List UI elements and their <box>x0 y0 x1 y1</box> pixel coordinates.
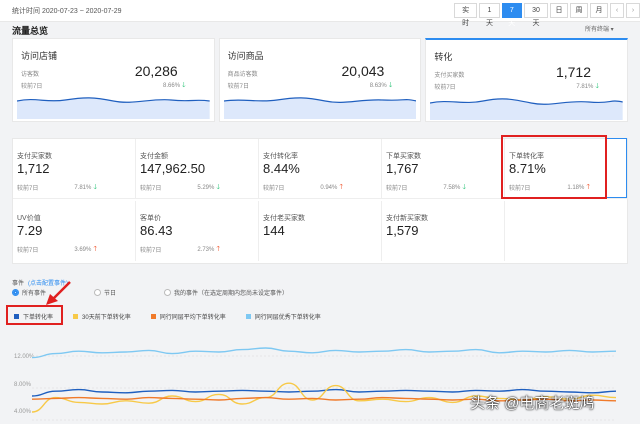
metric-value: 8.44% <box>263 161 300 176</box>
legend-item[interactable]: 30天前下单转化率 <box>73 312 131 321</box>
flow-card-label: 商品访客数 <box>227 72 258 78</box>
radio-icon <box>94 289 102 296</box>
legend-swatch <box>245 314 251 319</box>
metric-value: 7.29 <box>17 223 43 238</box>
radio-icon <box>164 289 172 296</box>
metric-change: 3.69% 🡑 <box>74 246 97 253</box>
flow-card-conversion[interactable]: 转化 支付买家数 1,712 较前7日 7.81% 🡓 <box>425 38 629 122</box>
date-range: 统计时间 2020-07-23 ~ 2020-07-29 <box>12 8 122 15</box>
arrow-down-icon: 🡓 <box>182 82 186 89</box>
metric-label: UV价值 <box>17 215 41 222</box>
metric-compare: 较前7日 <box>17 248 39 254</box>
metric-pay-conversion[interactable]: 支付转化率 8.44% 较前7日 0.94% 🡑 <box>259 139 382 199</box>
metric-value: 1,767 <box>386 161 419 176</box>
metric-uv-value[interactable]: UV价值 7.29 较前7日 3.69% 🡑 <box>13 201 136 261</box>
metric-label: 支付新买家数 <box>386 215 428 222</box>
flow-overview: 访问店铺 访客数 20,286 较前7日 8.66% 🡓 访问商品 商品访客数 2… <box>12 38 629 122</box>
flow-card-product[interactable]: 访问商品 商品访客数 20,043 较前7日 8.63% 🡓 <box>218 38 422 122</box>
metric-pay-amount[interactable]: 支付金额 147,962.50 较前7日 5.29% 🡓 <box>136 139 259 199</box>
selection-outline <box>607 138 627 198</box>
metric-avg-order-value[interactable]: 客单价 86.43 较前7日 2.73% 🡑 <box>136 201 259 261</box>
legend-swatch <box>150 314 156 319</box>
metric-label: 客单价 <box>140 215 161 222</box>
highlight-box <box>501 135 607 199</box>
metric-compare: 较前7日 <box>17 186 39 192</box>
period-1day[interactable]: 1天 <box>479 3 500 27</box>
flow-card-label: 支付买家数 <box>434 73 465 79</box>
metric-label: 支付买家数 <box>17 153 52 160</box>
period-month[interactable]: 月 <box>590 3 608 18</box>
period-day[interactable]: 日 <box>550 3 568 18</box>
flow-card-store[interactable]: 访问店铺 访客数 20,286 较前7日 8.66% 🡓 <box>12 38 215 122</box>
metric-new-buyers[interactable]: 支付新买家数 1,579 <box>382 201 505 261</box>
metric-compare: 较前7日 <box>386 186 408 192</box>
legend-item[interactable]: 同行同层优秀下单转化率 <box>245 312 321 321</box>
metric-change: 2.73% 🡑 <box>197 246 220 253</box>
flow-card-value: 1,712 <box>555 64 592 80</box>
sparkline <box>17 97 210 119</box>
arrow-down-icon: 🡓 <box>216 184 220 191</box>
radio-holidays[interactable]: 节日 <box>94 288 116 297</box>
metric-label: 支付金额 <box>140 153 168 160</box>
arrow-down-icon: 🡓 <box>388 82 393 89</box>
legend-highlight-box <box>6 305 63 325</box>
metric-change: 5.29% 🡓 <box>197 184 220 191</box>
metric-value: 144 <box>263 223 285 238</box>
arrow-down-icon: 🡓 <box>93 184 97 191</box>
metric-compare: 较前7日 <box>263 186 285 192</box>
chevron-right-icon[interactable]: › <box>626 3 640 18</box>
metric-value: 147,962.50 <box>140 161 206 176</box>
metric-label: 支付老买家数 <box>263 215 305 222</box>
chart-legend: 下单转化率 30天前下单转化率 同行同层平均下单转化率 同行同层优秀下单转化率 <box>14 312 341 321</box>
flow-card-value: 20,043 <box>341 63 385 79</box>
metric-compare: 较前7日 <box>140 248 162 254</box>
metric-label: 下单买家数 <box>386 153 421 160</box>
period-realtime[interactable]: 实时 <box>454 3 478 27</box>
period-7day[interactable]: 7天 <box>501 3 522 27</box>
flow-card-title: 转化 <box>434 52 453 62</box>
radio-icon <box>12 289 19 296</box>
flow-card-value: 20,286 <box>134 63 178 79</box>
metric-value: 86.43 <box>140 223 173 238</box>
metric-change: 7.81% 🡓 <box>74 184 97 191</box>
legend-item[interactable]: 同行同层平均下单转化率 <box>150 312 226 321</box>
radio-all-events[interactable]: 所有事件 <box>12 288 46 297</box>
top-bar: 统计时间 2020-07-23 ~ 2020-07-29 实时 1天 7天 30… <box>0 0 640 27</box>
legend-swatch <box>73 314 79 319</box>
metric-change: 7.58% 🡓 <box>443 184 466 191</box>
chevron-left-icon[interactable]: ‹ <box>610 3 624 18</box>
metric-change: 0.94% 🡑 <box>320 184 343 191</box>
sparkline <box>430 98 624 120</box>
arrow-down-icon: 🡓 <box>462 184 466 191</box>
metric-order-buyers[interactable]: 下单买家数 1,767 较前7日 7.58% 🡓 <box>382 139 505 199</box>
metric-value: 1,579 <box>386 223 419 238</box>
arrow-up-icon: 🡑 <box>93 246 97 253</box>
metric-old-buyers[interactable]: 支付老买家数 144 <box>259 201 382 261</box>
section-title: 流量总览 <box>12 26 49 36</box>
metric-label: 支付转化率 <box>263 153 298 160</box>
watermark: 头条 @电商老斑鸠 <box>470 395 595 412</box>
terminal-filter[interactable]: 所有终端 ▾ <box>585 24 614 33</box>
period-selector: 实时 1天 7天 30天 日 周 月 ‹ › <box>452 3 640 27</box>
radio-my-events[interactable]: 我的事件（在选定周期内您尚未设定事件） <box>164 288 288 297</box>
metric-value: 1,712 <box>17 161 50 176</box>
metric-compare: 较前7日 <box>140 186 162 192</box>
period-week[interactable]: 周 <box>570 3 588 18</box>
flow-card-title: 访问商品 <box>227 51 264 61</box>
arrow-down-icon: 🡓 <box>595 83 600 90</box>
flow-card-label: 访客数 <box>21 72 40 78</box>
flow-card-title: 访问店铺 <box>21 51 58 61</box>
sparkline <box>223 97 417 119</box>
period-30day[interactable]: 30天 <box>523 3 548 27</box>
metric-pay-buyers[interactable]: 支付买家数 1,712 较前7日 7.81% 🡓 <box>13 139 136 199</box>
red-arrow-icon <box>46 281 71 305</box>
events-label: 事件 <box>12 281 25 287</box>
arrow-up-icon: 🡑 <box>339 184 343 191</box>
arrow-up-icon: 🡑 <box>216 246 220 253</box>
